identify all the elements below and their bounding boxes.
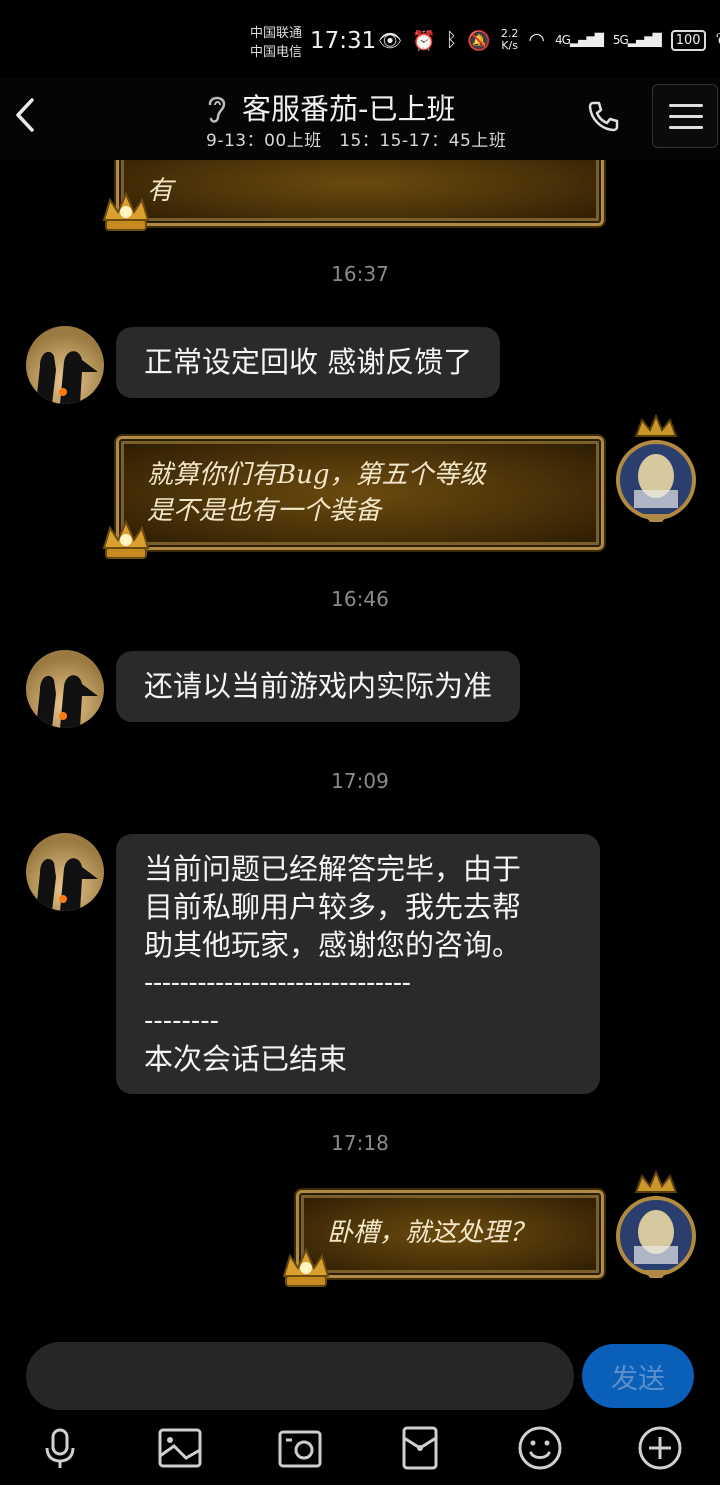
message-timestamp: 16:37 bbox=[331, 262, 389, 286]
message-timestamp: 16:46 bbox=[331, 587, 389, 611]
wifi-icon: ◠ bbox=[528, 29, 545, 51]
chat-subtitle: 9-13：00上班 15：15-17：45上班 bbox=[206, 131, 507, 151]
menu-icon-line bbox=[669, 104, 703, 107]
message-text-line: -------- bbox=[144, 1006, 220, 1036]
send-button[interactable]: 发送 bbox=[582, 1344, 694, 1408]
message-text-line: 助其他玩家，感谢您的咨询。 bbox=[144, 928, 522, 962]
status-icons: 👁 ⏰ ᛒ 🔕 2.2 K/s ◠ 4G▂▄▆█ 5G▂▄▆█ 100 ❦ bbox=[378, 28, 720, 52]
message-text: 卧槽，就这处理？ bbox=[327, 1218, 536, 1248]
header-foreground: 客服番茄-已上班 9-13：00上班 15：15-17：45上班 bbox=[0, 78, 720, 160]
emoji-icon[interactable] bbox=[516, 1424, 564, 1472]
menu-icon-line bbox=[669, 115, 703, 118]
level-badge-icon bbox=[100, 190, 152, 234]
call-button[interactable] bbox=[586, 98, 622, 138]
signal-2-icon: 5G▂▄▆█ bbox=[612, 33, 662, 47]
clock: 17:31 bbox=[310, 28, 377, 54]
message-input[interactable] bbox=[26, 1342, 574, 1410]
chat-toolbar bbox=[0, 1418, 720, 1478]
menu-button[interactable] bbox=[652, 84, 718, 148]
message-text-line: 就算你们有Bug，第五个等级 bbox=[147, 460, 486, 490]
status-bar: 中国联通 中国电信 17:31 👁 ⏰ ᛒ 🔕 2.2 K/s ◠ 4G▂▄▆█… bbox=[0, 0, 720, 78]
message-input-bar: 发送 bbox=[0, 1342, 720, 1412]
camera-icon[interactable] bbox=[276, 1424, 324, 1472]
signal-1-label: 4G bbox=[554, 33, 571, 47]
battery-indicator: 100 bbox=[670, 29, 706, 51]
alarm-icon: ⏰ bbox=[412, 29, 436, 52]
user-avatar[interactable] bbox=[614, 1169, 698, 1280]
message-text-line: 目前私聊用户较多，我先去帮 bbox=[144, 890, 522, 924]
plus-icon[interactable] bbox=[636, 1424, 684, 1472]
message-text-line: 当前问题已经解答完毕，由于 bbox=[144, 852, 522, 886]
eye-icon: 👁 bbox=[378, 29, 403, 52]
level-badge-icon bbox=[100, 518, 152, 562]
level-badge-icon bbox=[280, 1246, 332, 1290]
message-text: 正常设定回收 感谢反馈了 bbox=[144, 345, 473, 379]
message-timestamp: 17:18 bbox=[331, 1131, 389, 1155]
agent-avatar[interactable] bbox=[26, 833, 104, 911]
leaf-icon: ❦ bbox=[716, 29, 720, 51]
agent-avatar[interactable] bbox=[26, 650, 104, 728]
phone-icon bbox=[588, 101, 619, 132]
carrier-names: 中国联通 中国电信 bbox=[250, 24, 302, 62]
back-button[interactable] bbox=[8, 90, 42, 144]
chat-title: 客服番茄-已上班 bbox=[242, 92, 456, 126]
menu-icon-line bbox=[669, 126, 703, 129]
message-bubble-self[interactable]: 就算你们有Bug，第五个等级 是不是也有一个装备 bbox=[116, 436, 604, 550]
signal-2-label: 5G bbox=[612, 33, 629, 47]
message-bubble-agent[interactable]: 当前问题已经解答完毕，由于 目前私聊用户较多，我先去帮 助其他玩家，感谢您的咨询… bbox=[116, 834, 600, 1094]
message-text-line: ------------------------------ bbox=[144, 968, 411, 998]
message-bubble-agent[interactable]: 正常设定回收 感谢反馈了 bbox=[116, 327, 501, 398]
carrier-1: 中国联通 bbox=[250, 26, 303, 41]
message-timestamp: 17:09 bbox=[331, 769, 389, 793]
net-speed: 2.2 K/s bbox=[501, 28, 519, 52]
net-speed-unit: K/s bbox=[501, 39, 518, 52]
carrier-2: 中国电信 bbox=[250, 45, 303, 60]
ear-icon bbox=[204, 92, 230, 130]
microphone-icon[interactable] bbox=[36, 1424, 84, 1472]
message-text-line: 是不是也有一个装备 bbox=[147, 496, 382, 526]
message-bubble-self[interactable]: 卧槽，就这处理？ bbox=[296, 1190, 604, 1278]
message-text: 还请以当前游戏内实际为准 bbox=[144, 669, 493, 703]
message-text-line: 本次会话已结束 bbox=[144, 1042, 348, 1076]
message-bubble-agent[interactable]: 还请以当前游戏内实际为准 bbox=[116, 651, 521, 722]
agent-avatar[interactable] bbox=[26, 326, 104, 404]
signal-1-icon: 4G▂▄▆█ bbox=[554, 33, 604, 47]
mute-bell-icon: 🔕 bbox=[467, 29, 491, 52]
user-avatar[interactable] bbox=[614, 413, 698, 524]
bluetooth-icon: ᛒ bbox=[445, 29, 458, 51]
image-icon[interactable] bbox=[156, 1424, 204, 1472]
red-packet-icon[interactable] bbox=[396, 1424, 444, 1472]
chevron-left-icon bbox=[16, 98, 34, 132]
